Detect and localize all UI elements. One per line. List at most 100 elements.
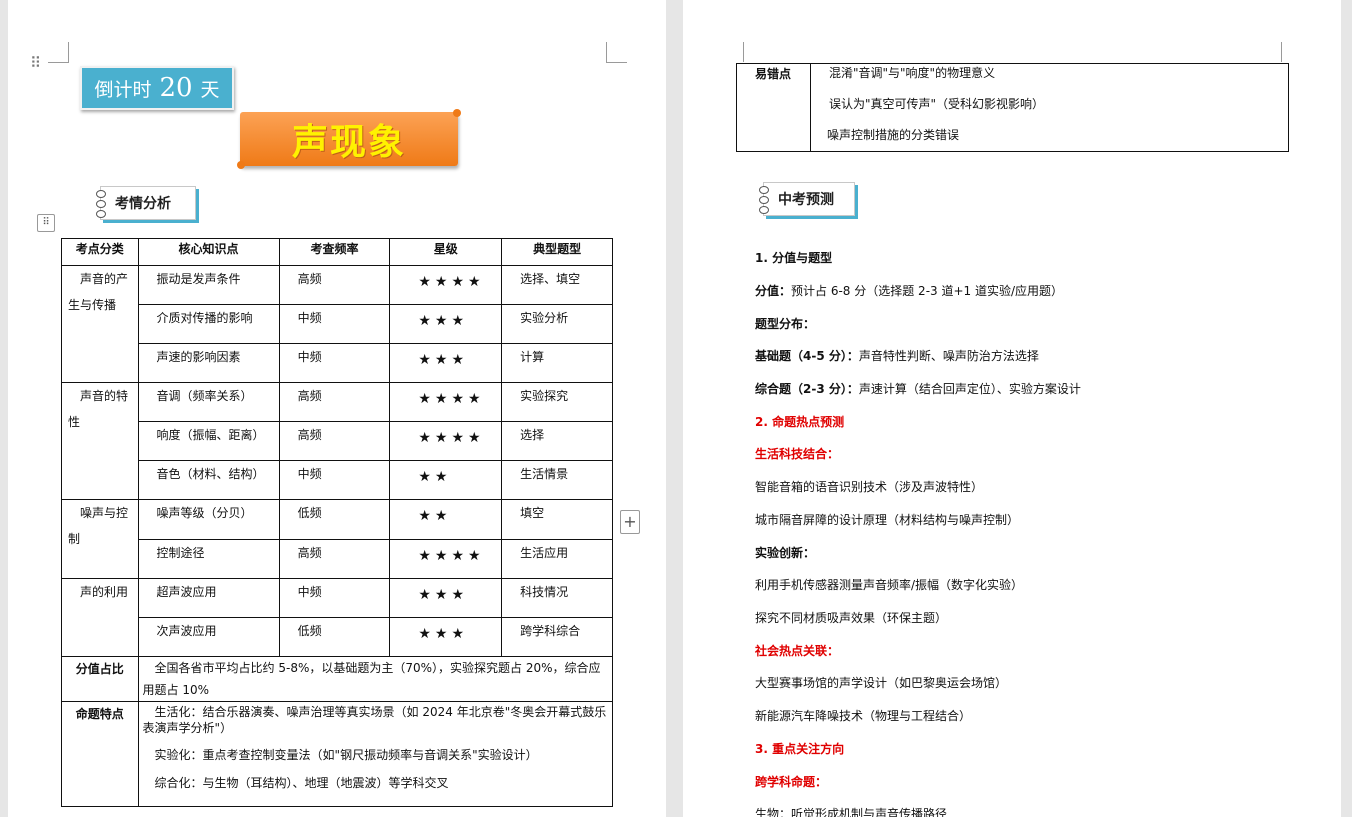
error-item: 误认为"真空可传声"（受科幻影视影响） bbox=[829, 97, 1045, 111]
prediction-line: 分值：预计占 6-8 分（选择题 2-3 道+1 道实验/应用题） bbox=[755, 284, 1064, 298]
knowledge-cell: 次声波应用 bbox=[137, 617, 280, 657]
error-item: 噪声控制措施的分类错误 bbox=[827, 128, 960, 142]
prediction-line: 题型分布： bbox=[755, 317, 816, 331]
frequency-cell: 中频 bbox=[278, 578, 391, 618]
frequency-cell: 高频 bbox=[278, 382, 391, 422]
table-row-features: 命题特点 生活化：结合乐器演奏、噪声治理等真实场景（如 2024 年北京卷"冬奥… bbox=[61, 701, 614, 807]
type-cell: 计算 bbox=[501, 343, 613, 383]
stars-cell: ★★★ bbox=[389, 578, 503, 618]
prediction-line: 探究不同材质吸声效果（环保主题） bbox=[755, 611, 948, 625]
frequency-cell: 中频 bbox=[278, 304, 391, 344]
table-row: 声速的影响因素 中频 ★★★ 计算 bbox=[62, 343, 613, 383]
prediction-line: 2. 命题热点预测 bbox=[755, 415, 845, 429]
table-row: 控制途径 高频 ★★★★ 生活应用 bbox=[62, 539, 613, 579]
header-cell: 核心知识点 bbox=[137, 238, 280, 266]
frequency-cell: 中频 bbox=[278, 343, 391, 383]
prediction-line: 大型赛事场馆的声学设计（如巴黎奥运会场馆） bbox=[755, 676, 1008, 690]
feature-cell: 生活化：结合乐器演奏、噪声治理等真实场景（如 2024 年北京卷"冬奥会开幕式鼓… bbox=[137, 701, 614, 807]
header-cell: 典型题型 bbox=[501, 238, 613, 266]
countdown-number: 20 bbox=[159, 73, 193, 103]
stars-cell: ★★★ bbox=[389, 304, 503, 344]
feature-line: 实验化：重点考查控制变量法（如"钢尺振动频率与音调关系"实验设计） bbox=[154, 748, 538, 762]
table-row: 易错点 混淆"音调"与"响度"的物理意义 误认为"真空可传声"（受科幻影视影响）… bbox=[736, 63, 1289, 152]
move-icon[interactable]: ⠿ bbox=[37, 214, 55, 232]
knowledge-cell: 介质对传播的影响 bbox=[137, 304, 280, 344]
knowledge-cell: 控制途径 bbox=[137, 539, 280, 579]
type-cell: 跨学科综合 bbox=[501, 617, 613, 657]
knowledge-cell: 音色（材料、结构） bbox=[137, 460, 280, 500]
stars-cell: ★★ bbox=[389, 460, 503, 500]
category-cell: 声音的产生与传播 bbox=[61, 265, 139, 383]
stars-cell: ★★★ bbox=[389, 343, 503, 383]
countdown-suffix: 天 bbox=[200, 78, 220, 101]
header-cell: 考查频率 bbox=[278, 238, 391, 266]
plus-icon[interactable]: + bbox=[620, 510, 640, 534]
banner-pin bbox=[237, 161, 245, 169]
knowledge-cell: 振动是发声条件 bbox=[137, 265, 280, 305]
topic-title-banner: 声现象 bbox=[237, 109, 461, 169]
section-title: 中考预测 bbox=[778, 192, 834, 208]
section-badge-prediction: 中考预测 bbox=[759, 182, 855, 216]
type-cell: 实验分析 bbox=[501, 304, 613, 344]
table-row: 声音的特性 音调（频率关系） 高频 ★★★★ 实验探究 bbox=[61, 382, 613, 500]
errors-cell: 混淆"音调"与"响度"的物理意义 误认为"真空可传声"（受科幻影视影响） 噪声控… bbox=[810, 63, 1289, 152]
type-cell: 选择 bbox=[501, 421, 613, 461]
countdown-badge: 倒计时 20 天 bbox=[80, 66, 234, 110]
knowledge-cell: 响度（振幅、距离） bbox=[137, 421, 280, 461]
header-cell: 考点分类 bbox=[61, 238, 139, 266]
page-corner-mark bbox=[723, 42, 744, 62]
error-points-table: 易错点 混淆"音调"与"响度"的物理意义 误认为"真空可传声"（受科幻影视影响）… bbox=[736, 63, 1289, 152]
stars-cell: ★★★★ bbox=[389, 265, 503, 305]
stars-cell: ★★ bbox=[389, 499, 503, 540]
type-cell: 生活应用 bbox=[501, 539, 613, 579]
exam-analysis-table: 考点分类 核心知识点 考查频率 星级 典型题型 声音的产生与传播 振动是发声条件… bbox=[61, 238, 614, 807]
prediction-line: 1. 分值与题型 bbox=[755, 251, 833, 265]
section-badge-analysis: 考情分析 bbox=[96, 186, 196, 220]
knowledge-cell: 声速的影响因素 bbox=[137, 343, 280, 383]
type-cell: 生活情景 bbox=[501, 460, 613, 500]
prediction-line: 基础题（4-5 分）：声音特性判断、噪声防治方法选择 bbox=[755, 349, 1039, 363]
binder-rings-icon bbox=[759, 186, 769, 216]
stars-cell: ★★★★ bbox=[389, 539, 503, 579]
page-corner-mark bbox=[48, 42, 69, 63]
table-header-row: 考点分类 核心知识点 考查频率 星级 典型题型 bbox=[61, 238, 613, 266]
knowledge-cell: 噪声等级（分贝） bbox=[137, 499, 280, 540]
prediction-line: 实验创新： bbox=[755, 546, 816, 560]
prediction-line: 新能源汽车降噪技术（物理与工程结合） bbox=[755, 709, 972, 723]
prediction-line: 3. 重点关注方向 bbox=[755, 742, 845, 756]
feature-line: 生活化：结合乐器演奏、噪声治理等真实场景（如 2024 年北京卷"冬奥会开幕式鼓… bbox=[142, 705, 607, 735]
banner-pin bbox=[453, 109, 461, 117]
category-cell: 声音的特性 bbox=[61, 382, 139, 500]
frequency-cell: 高频 bbox=[278, 421, 391, 461]
document-page-left: ⠿ 倒计时 20 天 声现象 考情分析 ⠿ + 考点分类 核心知识点 考查频率 … bbox=[8, 0, 666, 817]
errors-label: 易错点 bbox=[736, 63, 811, 152]
table-row: 噪声与控制 噪声等级（分贝） 低频 ★★ 填空 bbox=[61, 499, 613, 579]
feature-label: 命题特点 bbox=[61, 701, 139, 807]
stars-cell: ★★★ bbox=[389, 617, 503, 657]
drag-handle-icon[interactable]: ⠿ bbox=[30, 56, 41, 71]
section-title: 考情分析 bbox=[115, 196, 171, 212]
category-cell: 声的利用 bbox=[61, 578, 139, 657]
feature-line: 综合化：与生物（耳结构）、地理（地震波）等学科交叉 bbox=[154, 776, 449, 790]
stars-cell: ★★★★ bbox=[389, 382, 503, 422]
error-item: 混淆"音调"与"响度"的物理意义 bbox=[829, 66, 996, 80]
type-cell: 填空 bbox=[501, 499, 613, 540]
prediction-line: 跨学科命题： bbox=[755, 775, 828, 789]
knowledge-cell: 音调（频率关系） bbox=[137, 382, 280, 422]
table-row: 介质对传播的影响 中频 ★★★ 实验分析 bbox=[62, 304, 613, 344]
table-row: 声的利用 超声波应用 中频 ★★★ 科技情况 bbox=[61, 578, 613, 657]
table-row: 次声波应用 低频 ★★★ 跨学科综合 bbox=[62, 617, 613, 657]
frequency-cell: 低频 bbox=[278, 617, 391, 657]
prediction-line: 生物：听觉形成机制与声音传播路径 bbox=[755, 807, 948, 817]
table-row: 声音的产生与传播 振动是发声条件 高频 ★★★★ 选择、填空 bbox=[61, 265, 613, 383]
frequency-cell: 高频 bbox=[278, 265, 391, 305]
table-row: 音色（材料、结构） 中频 ★★ 生活情景 bbox=[62, 460, 613, 500]
page-corner-mark bbox=[606, 42, 627, 63]
topic-title: 声现象 bbox=[291, 122, 406, 163]
knowledge-cell: 超声波应用 bbox=[137, 578, 280, 618]
countdown-prefix: 倒计时 bbox=[94, 78, 152, 101]
type-cell: 选择、填空 bbox=[501, 265, 613, 305]
score-label: 分值占比 bbox=[61, 656, 139, 702]
prediction-line: 智能音箱的语音识别技术（涉及声波特性） bbox=[755, 480, 984, 494]
frequency-cell: 中频 bbox=[278, 460, 391, 500]
